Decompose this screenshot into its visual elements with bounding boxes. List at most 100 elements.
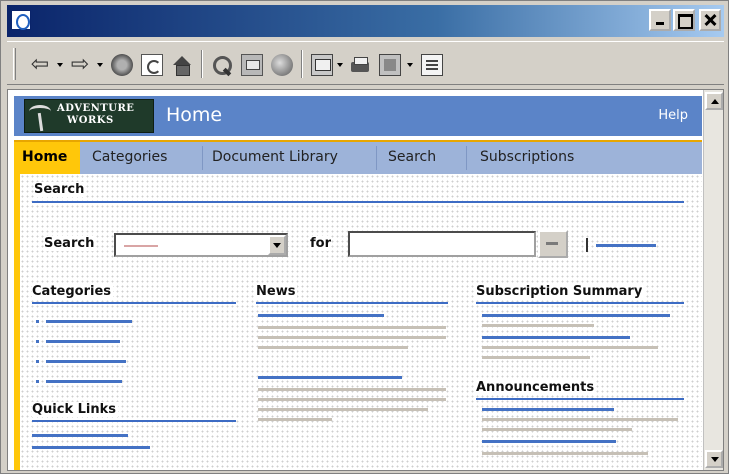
nav-tab-subscriptions[interactable]: Subscriptions	[480, 149, 574, 165]
bullet-icon	[36, 340, 39, 343]
back-dropdown-icon[interactable]	[57, 63, 63, 67]
nav-divider	[376, 146, 377, 170]
page-viewport: ADVENTURE WORKS Home Help Home Categorie…	[7, 89, 724, 471]
subscription-summary-heading-rule	[476, 302, 684, 304]
quick-link[interactable]	[32, 446, 150, 449]
bullet-icon	[36, 360, 39, 363]
window-controls	[649, 9, 721, 31]
nav-divider	[466, 146, 467, 170]
close-button[interactable]	[699, 9, 721, 31]
toolbar-separator	[301, 50, 303, 78]
minimize-button[interactable]	[649, 9, 671, 31]
back-icon[interactable]: ⇦	[29, 54, 51, 76]
divider	[586, 238, 588, 252]
subscription-text	[482, 324, 594, 327]
toolbar-separator	[201, 50, 203, 78]
chevron-down-icon[interactable]	[268, 235, 286, 255]
logo-line-2: WORKS	[67, 115, 114, 126]
news-item-text	[258, 398, 446, 401]
web-page: ADVENTURE WORKS Home Help Home Categorie…	[8, 90, 703, 470]
forward-icon[interactable]: ⇨	[69, 54, 91, 76]
for-label: for	[310, 236, 331, 251]
announcements-heading: Announcements	[476, 380, 597, 395]
category-link[interactable]	[46, 340, 120, 343]
mail-icon[interactable]	[311, 54, 333, 76]
search-scope-select[interactable]	[114, 233, 288, 257]
search-scope-label: Search	[44, 236, 95, 251]
search-heading-rule	[32, 201, 684, 203]
news-heading-rule	[256, 302, 448, 304]
category-link[interactable]	[46, 380, 122, 383]
news-item-text	[258, 388, 446, 391]
quick-link[interactable]	[32, 434, 128, 437]
search-heading: Search	[34, 182, 87, 197]
home-icon[interactable]	[171, 54, 193, 76]
print-icon[interactable]	[349, 54, 371, 76]
news-item-text	[258, 336, 446, 339]
news-item-title-link[interactable]	[258, 376, 402, 379]
nav-bar: Home Categories Document Library Search …	[14, 140, 702, 174]
logo-line-1: ADVENTURE	[57, 103, 135, 114]
categories-heading-rule	[32, 302, 236, 304]
advanced-search-link[interactable]	[596, 244, 656, 247]
search-go-button[interactable]	[538, 230, 568, 258]
help-link[interactable]: Help	[658, 108, 688, 124]
nav-tab-home[interactable]: Home	[14, 142, 80, 174]
search-icon[interactable]	[211, 54, 233, 76]
edit-icon[interactable]	[379, 54, 401, 76]
content-area: Search Search for Categories Quick Links…	[14, 174, 702, 470]
quick-links-heading-rule	[32, 420, 236, 422]
nav-tab-categories[interactable]: Categories	[92, 149, 167, 165]
announcement-link[interactable]	[482, 440, 616, 443]
news-item-title-link[interactable]	[258, 314, 384, 317]
palm-tree-icon	[29, 103, 51, 131]
subscription-text	[482, 356, 590, 359]
category-link[interactable]	[46, 360, 126, 363]
quick-links-heading: Quick Links	[32, 402, 119, 417]
select-value-placeholder	[124, 245, 158, 247]
stop-icon[interactable]	[111, 54, 133, 76]
history-icon[interactable]	[271, 54, 293, 76]
subscription-text	[482, 346, 658, 349]
announcement-text	[482, 452, 648, 455]
nav-tab-search[interactable]: Search	[388, 149, 436, 165]
browser-window: ⇦ ⇨ ADVENTURE WORKS Home Help Home Categ…	[0, 0, 729, 474]
nav-tab-label: Home	[22, 149, 68, 165]
nav-divider	[202, 146, 203, 170]
announcements-heading-rule	[476, 398, 684, 400]
bullet-icon	[36, 380, 39, 383]
bullet-icon	[36, 320, 39, 323]
favorites-icon[interactable]	[241, 54, 263, 76]
search-input[interactable]	[348, 231, 536, 257]
news-item-text	[258, 408, 428, 411]
title-bar	[7, 5, 724, 37]
announcement-text	[482, 428, 632, 431]
news-item-text	[258, 418, 332, 421]
refresh-icon[interactable]	[141, 54, 163, 76]
categories-heading: Categories	[32, 284, 114, 299]
scroll-down-icon[interactable]	[705, 450, 723, 468]
subscription-summary-heading: Subscription Summary	[476, 284, 645, 299]
logo-text: ADVENTURE WORKS	[57, 103, 134, 127]
forward-dropdown-icon[interactable]	[97, 63, 103, 67]
mail-dropdown-icon[interactable]	[337, 63, 343, 67]
edit-dropdown-icon[interactable]	[407, 63, 413, 67]
announcement-text	[482, 418, 678, 421]
browser-toolbar: ⇦ ⇨	[7, 41, 724, 85]
nav-tab-document-library[interactable]: Document Library	[212, 149, 338, 165]
vertical-scrollbar[interactable]	[703, 90, 723, 470]
discuss-icon[interactable]	[421, 54, 443, 76]
scroll-up-icon[interactable]	[705, 92, 723, 110]
maximize-button[interactable]	[673, 9, 695, 31]
subscription-link[interactable]	[482, 336, 630, 339]
adventure-works-logo[interactable]: ADVENTURE WORKS	[24, 99, 154, 133]
announcement-link[interactable]	[482, 408, 614, 411]
browser-icon	[11, 10, 31, 30]
category-link[interactable]	[46, 320, 132, 323]
news-item-text	[258, 346, 408, 349]
news-heading: News	[256, 284, 298, 299]
news-item-text	[258, 326, 446, 329]
page-title: Home	[166, 104, 223, 126]
toolbar-grip[interactable]	[13, 48, 16, 80]
subscription-link[interactable]	[482, 314, 670, 317]
